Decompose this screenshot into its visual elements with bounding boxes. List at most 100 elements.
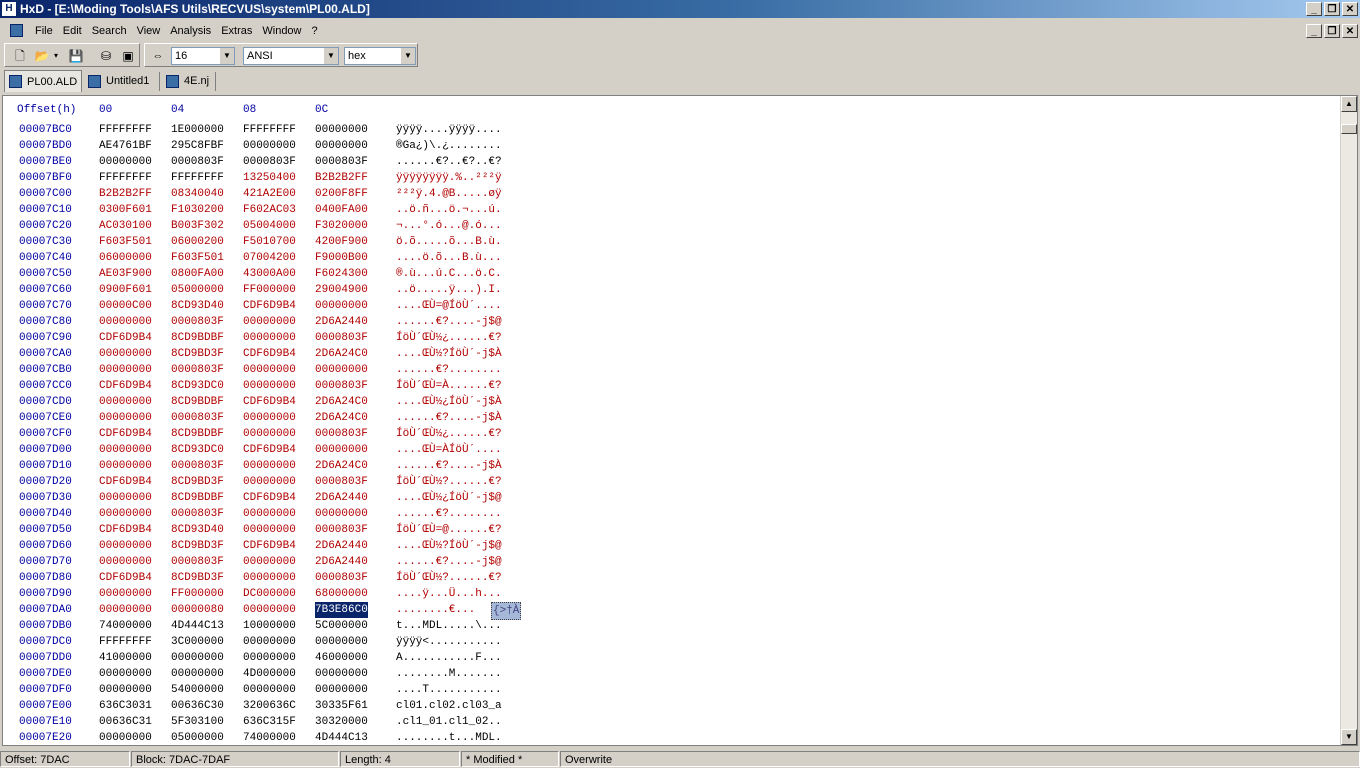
hex-byte-group[interactable]: 00000000 <box>99 554 152 570</box>
hex-byte-group[interactable]: 2D6A2440 <box>315 538 368 554</box>
ascii-text[interactable]: ÿÿÿÿ....ÿÿÿÿ.... <box>396 122 502 138</box>
hex-byte-group[interactable]: 0000803F <box>243 154 296 170</box>
document-icon[interactable] <box>10 24 23 37</box>
hex-byte-group[interactable]: 06000000 <box>99 250 152 266</box>
hex-byte-group[interactable]: 0000803F <box>171 362 224 378</box>
hex-byte-group[interactable]: 0000803F <box>315 522 368 538</box>
hex-byte-group[interactable]: FFFFFFFF <box>243 122 296 138</box>
hex-byte-group[interactable]: CDF6D9B4 <box>243 394 296 410</box>
hex-editor[interactable]: Offset(h) 00 04 08 0C 00007BC0 FFFFFFFF 1E… <box>2 95 1358 746</box>
hex-byte-group[interactable]: 00000000 <box>315 298 368 314</box>
ascii-text[interactable]: A...........F... <box>396 650 502 666</box>
ascii-text[interactable]: ....T........... <box>396 682 502 698</box>
hex-byte-group[interactable]: AC030100 <box>99 218 152 234</box>
hex-byte-group[interactable]: 0900F601 <box>99 282 152 298</box>
doc-minimize-button[interactable]: _ <box>1306 24 1322 38</box>
hex-byte-group[interactable]: 00000000 <box>171 650 224 666</box>
open-dropdown-icon[interactable]: ▾ <box>51 47 61 65</box>
hex-byte-group[interactable]: 3200636C <box>243 698 296 714</box>
hex-byte-group[interactable]: DC000000 <box>243 586 296 602</box>
hex-byte-group[interactable]: 00000000 <box>243 634 296 650</box>
hex-byte-group[interactable]: 0000803F <box>315 378 368 394</box>
hex-byte-group[interactable]: 4D444C13 <box>171 618 224 634</box>
bytes-per-row-select[interactable]: 16 ▼ <box>171 47 235 65</box>
hex-byte-group[interactable]: 74000000 <box>99 618 152 634</box>
hex-byte-group[interactable]: 00000000 <box>99 538 152 554</box>
hex-byte-group[interactable]: 07004200 <box>243 250 296 266</box>
hex-byte-group[interactable]: FF000000 <box>243 282 296 298</box>
hex-byte-group[interactable]: 0300F601 <box>99 202 152 218</box>
ascii-text[interactable]: ÍöÙ´ŒÙ½?......€? <box>396 474 502 490</box>
ascii-text[interactable]: t...MDL.....\... <box>396 618 502 634</box>
ascii-text[interactable]: .cl1_01.cl1_02.. <box>396 714 502 730</box>
ascii-text[interactable]: ÍöÙ´ŒÙ=@......€? <box>396 522 502 538</box>
hex-byte-group[interactable]: 2D6A2440 <box>315 490 368 506</box>
ascii-text[interactable]: ......€?........ <box>396 362 502 378</box>
hex-byte-group[interactable]: CDF6D9B4 <box>99 570 152 586</box>
hex-byte-group[interactable]: 05000000 <box>171 730 224 745</box>
hex-byte-group[interactable]: 00000000 <box>315 122 368 138</box>
hex-byte-group[interactable]: 05004000 <box>243 218 296 234</box>
hex-byte-group[interactable]: 5C000000 <box>315 618 368 634</box>
hex-byte-group[interactable]: 00000000 <box>99 506 152 522</box>
hex-byte-group[interactable]: 7B3E86C0 <box>315 602 368 618</box>
hex-byte-group[interactable]: 8CD9BDBF <box>171 330 224 346</box>
new-file-icon[interactable]: 🗋 <box>11 47 29 65</box>
hex-byte-group[interactable]: CDF6D9B4 <box>243 298 296 314</box>
ascii-text[interactable]: ²²²ÿ.4.@B.....øÿ <box>396 186 502 202</box>
hex-byte-group[interactable]: 8CD9BD3F <box>171 538 224 554</box>
ascii-text[interactable]: ......€?..€?..€? <box>396 154 502 170</box>
hex-byte-group[interactable]: 00000000 <box>243 330 296 346</box>
hex-byte-group[interactable]: CDF6D9B4 <box>243 346 296 362</box>
hex-byte-group[interactable]: AE03F900 <box>99 266 152 282</box>
ascii-text[interactable]: ......€?....-j$À <box>396 410 502 426</box>
hex-byte-group[interactable]: 0000803F <box>171 506 224 522</box>
chevron-down-icon[interactable]: ▼ <box>323 48 338 64</box>
hex-byte-group[interactable]: 30335F61 <box>315 698 368 714</box>
hex-byte-group[interactable]: 00000000 <box>243 506 296 522</box>
ascii-text[interactable]: ......€?....-j$@ <box>396 314 502 330</box>
save-icon[interactable]: 💾 <box>67 47 85 65</box>
hex-byte-group[interactable]: 00000000 <box>315 666 368 682</box>
ascii-text[interactable]: ¬...°.ó...@.ó... <box>396 218 502 234</box>
hex-byte-group[interactable]: 0000803F <box>315 426 368 442</box>
hex-byte-group[interactable]: 0400FA00 <box>315 202 368 218</box>
minimize-button[interactable]: _ <box>1306 2 1322 16</box>
ascii-text[interactable]: ........€... <box>396 602 475 618</box>
menu-file[interactable]: File <box>30 22 58 40</box>
ascii-text[interactable]: ÍöÙ´ŒÙ½?......€? <box>396 570 502 586</box>
hex-byte-group[interactable]: 00000000 <box>243 138 296 154</box>
doc-close-button[interactable]: ✕ <box>1342 24 1358 38</box>
hex-byte-group[interactable]: 0000803F <box>171 314 224 330</box>
ascii-text[interactable]: ......€?........ <box>396 506 502 522</box>
hex-byte-group[interactable]: 2D6A2440 <box>315 554 368 570</box>
ascii-text[interactable]: cl01.cl02.cl03_a <box>396 698 502 714</box>
hex-byte-group[interactable]: CDF6D9B4 <box>99 522 152 538</box>
open-ram-icon[interactable]: ▣ <box>119 47 137 65</box>
open-file-icon[interactable]: 📂 <box>33 47 51 65</box>
ascii-text[interactable]: ..ö.ñ...ö.¬...ú. <box>396 202 502 218</box>
ascii-text[interactable]: ÿÿÿÿÿÿÿÿ.%..²²²ÿ <box>396 170 502 186</box>
vertical-scrollbar[interactable]: ▲ ▼ <box>1340 96 1357 745</box>
hex-byte-group[interactable]: 00000000 <box>99 682 152 698</box>
hex-byte-group[interactable]: 4200F900 <box>315 234 368 250</box>
ascii-text[interactable]: ÿÿÿÿ<........... <box>396 634 502 650</box>
hex-byte-group[interactable]: 8CD9BDBF <box>171 426 224 442</box>
hex-byte-group[interactable]: 8CD9BDBF <box>171 490 224 506</box>
hex-byte-group[interactable]: 00000000 <box>315 634 368 650</box>
hex-byte-group[interactable]: 8CD9BD3F <box>171 570 224 586</box>
hex-byte-group[interactable]: 0000803F <box>171 154 224 170</box>
scroll-down-icon[interactable]: ▼ <box>1341 729 1357 745</box>
hex-byte-group[interactable]: 68000000 <box>315 586 368 602</box>
hex-byte-group[interactable]: F603F501 <box>171 250 224 266</box>
hex-byte-group[interactable]: 0000803F <box>315 330 368 346</box>
doc-restore-button[interactable]: ❐ <box>1324 24 1340 38</box>
ascii-text[interactable]: ®Ga¿)\.¿........ <box>396 138 502 154</box>
hex-byte-group[interactable]: 8CD93DC0 <box>171 442 224 458</box>
hex-byte-group[interactable]: 00000000 <box>99 458 152 474</box>
ascii-text[interactable]: ......€?....-j$À <box>396 458 502 474</box>
hex-byte-group[interactable]: 3C000000 <box>171 634 224 650</box>
menu-search[interactable]: Search <box>87 22 132 40</box>
ascii-text[interactable]: ®.ù...ú.C...ö.C. <box>396 266 502 282</box>
scroll-thumb[interactable] <box>1341 124 1357 134</box>
